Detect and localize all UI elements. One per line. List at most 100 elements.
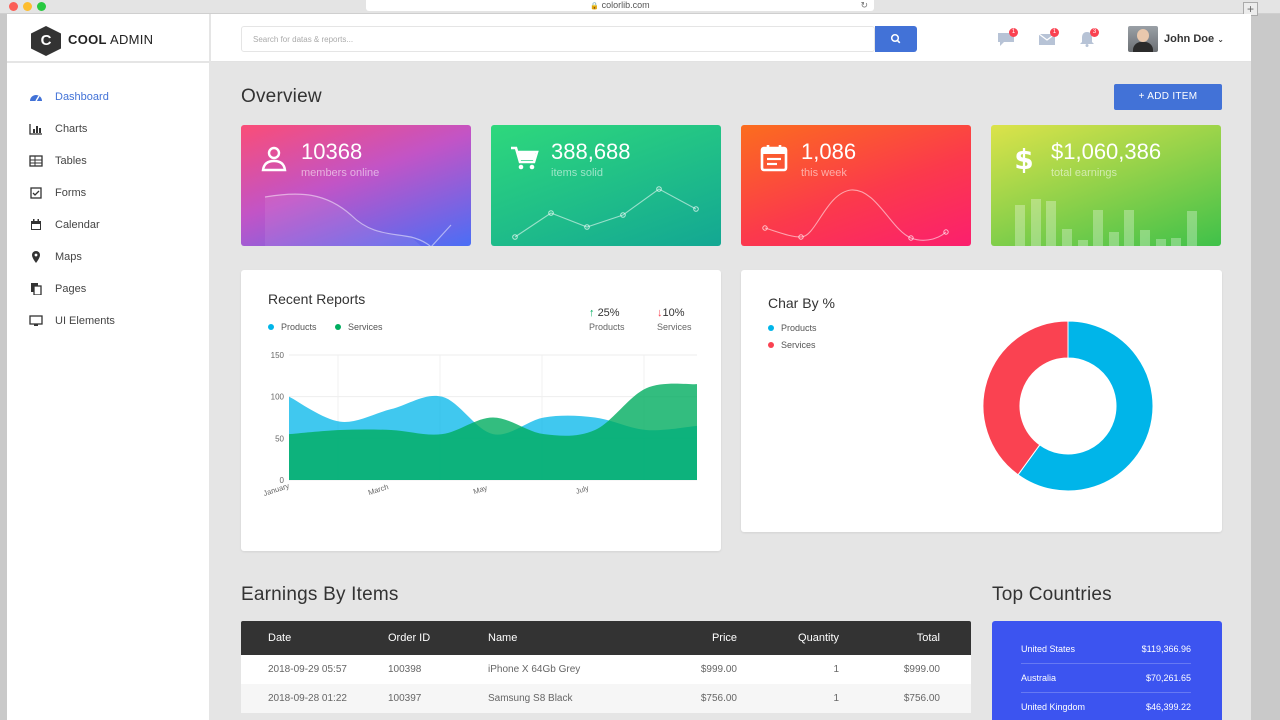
column-header[interactable]: Order ID xyxy=(388,632,488,644)
dollar-icon: $ xyxy=(1014,143,1033,173)
top-countries-card: United States $119,366.96 Australia $70,26… xyxy=(992,621,1222,720)
sidebar-item-pages[interactable]: Pages xyxy=(29,280,86,298)
avatar[interactable] xyxy=(1128,26,1158,52)
x-tick-label: January xyxy=(262,481,290,498)
sidebar-item-label: Charts xyxy=(55,123,88,135)
x-tick-label: March xyxy=(367,482,390,497)
recent-reports-card: Recent Reports Products Services ↑ 25% P… xyxy=(241,270,721,551)
sidebar-item-label: Forms xyxy=(55,187,87,199)
sidebar-item-maps[interactable]: Maps xyxy=(29,248,82,266)
logo-hexagon-icon: C xyxy=(31,26,61,56)
legend-products: Products xyxy=(768,323,817,333)
column-header[interactable]: Quantity xyxy=(737,632,839,644)
legend-label: Services xyxy=(348,322,383,332)
services-delta: ↓10% xyxy=(657,307,685,319)
x-tick-label: May xyxy=(472,483,488,496)
top-countries-title: Top Countries xyxy=(992,584,1112,605)
search-icon xyxy=(890,33,901,44)
sidebar-item-forms[interactable]: Forms xyxy=(29,184,86,202)
stat-card-this-week[interactable]: 1,086 this week xyxy=(741,125,971,246)
logo-text-bold: COOL xyxy=(68,32,107,47)
table-row[interactable]: 2018-09-29 05:57 100398 iPhone X 64Gb Gr… xyxy=(241,655,971,684)
country-name: United Kingdom xyxy=(1021,702,1086,712)
cart-icon xyxy=(511,146,539,170)
minimize-window-button[interactable] xyxy=(23,2,32,11)
services-delta-value: 10% xyxy=(662,307,685,319)
column-header[interactable]: Price xyxy=(633,632,737,644)
x-tick-label: July xyxy=(574,483,590,496)
cell-quantity: 1 xyxy=(833,664,839,675)
sidebar-item-label: Dashboard xyxy=(55,91,109,103)
messages-button[interactable]: 1 xyxy=(997,28,1018,47)
recent-reports-title: Recent Reports xyxy=(268,291,366,307)
column-header[interactable]: Total xyxy=(839,632,940,644)
country-row: Australia $70,261.65 xyxy=(1021,664,1191,693)
maximize-window-button[interactable] xyxy=(37,2,46,11)
cell-order-id: 100397 xyxy=(388,693,422,704)
search-button[interactable] xyxy=(875,26,917,52)
browser-chrome: 🔒 colorlib.com ↻ + xyxy=(0,0,1280,16)
desktop-icon xyxy=(29,315,43,326)
logo[interactable]: C COOL ADMIN xyxy=(7,14,210,62)
stat-label: items solid xyxy=(551,167,603,179)
search-input[interactable] xyxy=(241,26,875,52)
earnings-title: Earnings By Items xyxy=(241,584,399,605)
cell-total: $756.00 xyxy=(903,693,940,704)
legend-label: Products xyxy=(281,322,317,332)
series-area-services xyxy=(289,383,697,480)
sidebar-item-tables[interactable]: Tables xyxy=(29,152,87,170)
total-earnings-bars xyxy=(1015,199,1197,246)
legend-label: Services xyxy=(781,340,816,350)
address-bar[interactable]: 🔒 colorlib.com ↻ xyxy=(366,0,874,11)
services-delta-label: Services xyxy=(657,322,692,332)
cell-name: Samsung S8 Black xyxy=(488,693,573,704)
stat-label: total earnings xyxy=(1051,167,1118,179)
sidebar: Dashboard Charts Tables Forms Calendar M… xyxy=(7,63,210,720)
legend-products: Products xyxy=(268,322,317,332)
stat-label: members online xyxy=(301,167,380,179)
country-row: United States $119,366.96 xyxy=(1021,635,1191,664)
close-window-button[interactable] xyxy=(9,2,18,11)
mail-button[interactable]: 1 xyxy=(1038,28,1059,47)
this-week-sparkline xyxy=(762,189,949,241)
messages-badge: 1 xyxy=(1009,28,1018,37)
stat-value: 1,086 xyxy=(801,139,857,164)
address-url: colorlib.com xyxy=(601,0,650,10)
char-by-donut-chart xyxy=(982,320,1154,492)
logo-text: COOL ADMIN xyxy=(68,32,153,47)
cell-order-id: 100398 xyxy=(388,664,422,675)
stat-card-total-earnings[interactable]: $ $1,060,386 total earnings xyxy=(991,125,1221,246)
cell-price: $999.00 xyxy=(700,664,737,675)
arrow-up-icon: ↑ xyxy=(589,307,595,319)
table-row[interactable]: 2018-09-28 01:22 100397 Samsung S8 Black… xyxy=(241,684,971,713)
sidebar-item-ui-elements[interactable]: UI Elements xyxy=(29,312,115,330)
sidebar-item-label: Calendar xyxy=(55,219,100,231)
reload-icon[interactable]: ↻ xyxy=(860,0,868,11)
bar-chart-icon xyxy=(29,124,42,135)
country-name: Australia xyxy=(1021,673,1057,683)
stat-card-members[interactable]: 10368 members online xyxy=(241,125,471,246)
sidebar-item-charts[interactable]: Charts xyxy=(29,120,87,138)
checkbox-icon xyxy=(30,187,42,199)
cell-date: 2018-09-29 05:57 xyxy=(268,664,347,675)
legend-dot-services xyxy=(335,324,341,330)
legend-dot-services xyxy=(768,342,774,348)
table-icon xyxy=(29,155,43,167)
dashboard-page: C COOL ADMIN 1 1 3 John Doe ⌄ Dashboard xyxy=(7,14,1251,720)
stat-card-items-sold[interactable]: 388,688 items solid xyxy=(491,125,721,246)
top-header: 1 1 3 John Doe ⌄ xyxy=(211,14,1251,62)
user-menu[interactable]: John Doe ⌄ xyxy=(1164,33,1224,45)
notifications-badge: 3 xyxy=(1090,28,1099,37)
sidebar-item-calendar[interactable]: Calendar xyxy=(29,216,100,234)
notifications-button[interactable]: 3 xyxy=(1078,28,1099,47)
cell-date: 2018-09-28 01:22 xyxy=(268,693,347,704)
column-header[interactable]: Date xyxy=(241,632,388,644)
stat-value: $1,060,386 xyxy=(1051,139,1162,164)
products-delta-label: Products xyxy=(589,322,625,332)
sidebar-item-dashboard[interactable]: Dashboard xyxy=(29,88,109,106)
add-item-button[interactable]: + ADD ITEM xyxy=(1114,84,1222,110)
tachometer-icon xyxy=(30,95,42,102)
user-name: John Doe xyxy=(1164,33,1215,45)
column-header[interactable]: Name xyxy=(488,632,633,644)
legend-label: Products xyxy=(781,323,817,333)
